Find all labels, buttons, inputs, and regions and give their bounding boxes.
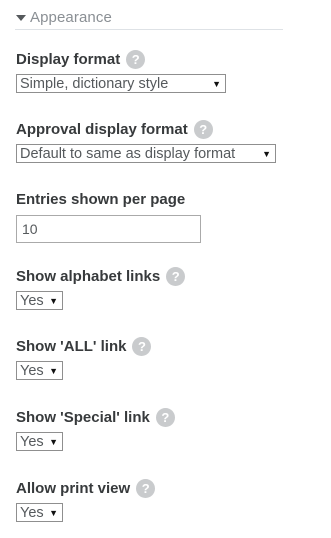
help-icon[interactable]: ?: [155, 407, 175, 427]
show-all-link-select[interactable]: Yes ▼: [16, 361, 63, 380]
show-all-link-label: Show 'ALL' link: [16, 337, 127, 355]
section-header-appearance[interactable]: Appearance: [15, 6, 283, 30]
field-entries-per-page: Entries shown per page 10: [16, 188, 201, 243]
show-alphabet-links-value: Yes: [20, 292, 44, 309]
approval-display-format-select[interactable]: Default to same as display format ▼: [16, 144, 276, 163]
show-alphabet-links-label: Show alphabet links: [16, 267, 161, 285]
allow-print-view-label: Allow print view: [16, 479, 131, 497]
show-special-link-value: Yes: [20, 433, 44, 450]
entries-per-page-input[interactable]: 10: [16, 215, 201, 243]
dropdown-arrow-icon: ▼: [49, 295, 58, 306]
allow-print-view-select[interactable]: Yes ▼: [16, 503, 63, 522]
show-all-link-value: Yes: [20, 362, 44, 379]
approval-display-format-label: Approval display format: [16, 120, 188, 138]
dropdown-arrow-icon: ▼: [49, 365, 58, 376]
field-display-format: Display format ? Simple, dictionary styl…: [16, 48, 226, 93]
help-icon[interactable]: ?: [126, 49, 146, 69]
entries-per-page-label: Entries shown per page: [16, 190, 186, 208]
display-format-select[interactable]: Simple, dictionary style ▼: [16, 74, 226, 93]
field-allow-print-view: Allow print view ? Yes ▼: [16, 477, 156, 522]
field-show-special-link: Show 'Special' link ? Yes ▼: [16, 406, 175, 451]
caret-down-icon: [16, 14, 26, 21]
help-icon[interactable]: ?: [166, 266, 186, 286]
approval-display-format-value: Default to same as display format: [20, 145, 236, 162]
field-approval-display-format: Approval display format ? Default to sam…: [16, 118, 276, 163]
display-format-value: Simple, dictionary style: [20, 75, 169, 92]
section-title: Appearance: [30, 9, 112, 26]
show-alphabet-links-select[interactable]: Yes ▼: [16, 291, 63, 310]
help-icon[interactable]: ?: [132, 336, 152, 356]
show-special-link-select[interactable]: Yes ▼: [16, 432, 63, 451]
dropdown-arrow-icon: ▼: [212, 78, 221, 89]
show-special-link-label: Show 'Special' link: [16, 408, 150, 426]
field-show-all-link: Show 'ALL' link ? Yes ▼: [16, 335, 152, 380]
dropdown-arrow-icon: ▼: [49, 507, 58, 518]
allow-print-view-value: Yes: [20, 504, 44, 521]
help-icon[interactable]: ?: [193, 119, 213, 139]
field-show-alphabet-links: Show alphabet links ? Yes ▼: [16, 265, 186, 310]
display-format-label: Display format: [16, 50, 121, 68]
help-icon[interactable]: ?: [136, 478, 156, 498]
dropdown-arrow-icon: ▼: [262, 148, 271, 159]
dropdown-arrow-icon: ▼: [49, 436, 58, 447]
